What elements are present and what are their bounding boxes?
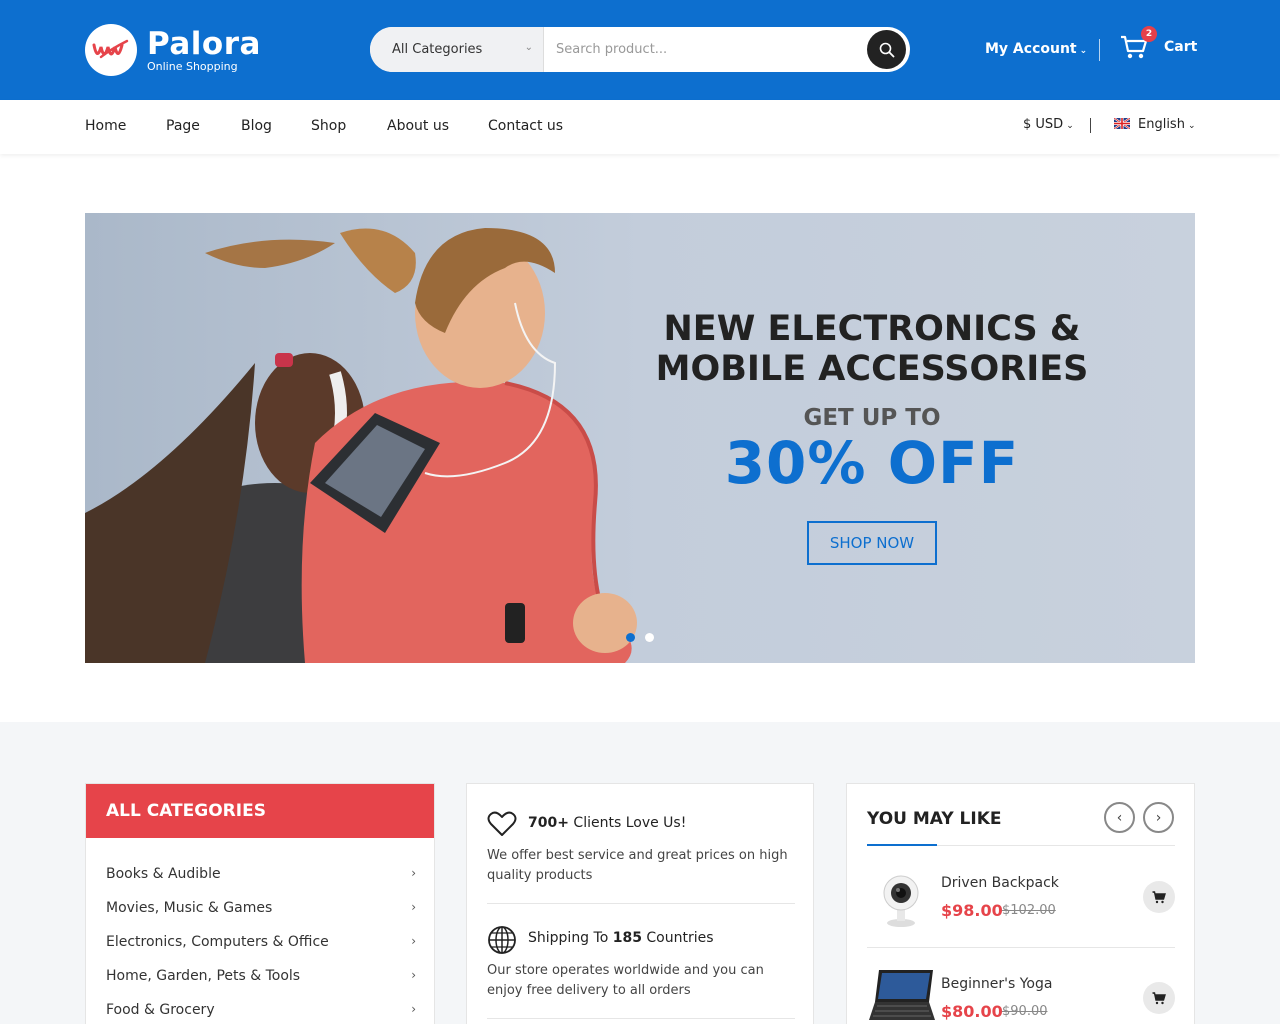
chevron-down-icon: ⌄ xyxy=(1079,46,1088,56)
product-old-price: $102.00 xyxy=(1002,903,1056,918)
uk-flag-icon xyxy=(1114,118,1130,129)
nav-blog[interactable]: Blog xyxy=(241,118,272,134)
chevron-left-icon: ‹ xyxy=(1116,809,1123,826)
logo[interactable]: Palora Online Shopping xyxy=(85,24,261,76)
title-underline xyxy=(867,844,937,846)
currency-value: $ USD xyxy=(1023,117,1064,132)
hero-title-line2: MOBILE ACCESSORIES xyxy=(655,349,1089,389)
category-select[interactable]: All Categories ⌄ xyxy=(370,27,544,72)
cart-icon xyxy=(1152,991,1166,1004)
category-label: Food & Grocery xyxy=(106,1002,215,1018)
currency-select[interactable]: $ USD ⌄ xyxy=(1023,117,1074,132)
category-select-value: All Categories xyxy=(392,42,483,57)
cart-icon xyxy=(1152,890,1166,903)
language-select[interactable]: English ⌄ xyxy=(1114,117,1196,132)
category-item[interactable]: Home, Garden, Pets & Tools › xyxy=(106,968,416,984)
feature-title-rest: Clients Love Us! xyxy=(568,815,687,831)
category-label: Movies, Music & Games xyxy=(106,900,273,916)
categories-panel: ALL CATEGORIES Books & Audible › Movies,… xyxy=(85,783,435,1024)
nav-shop[interactable]: Shop xyxy=(311,118,346,134)
feature-text: Our store operates worldwide and you can… xyxy=(487,963,764,998)
product-divider xyxy=(867,947,1175,948)
hero-subtitle: GET UP TO xyxy=(803,405,941,431)
category-item[interactable]: Movies, Music & Games › xyxy=(106,900,416,916)
feature-title: 700+ Clients Love Us! xyxy=(528,815,686,831)
logo-icon xyxy=(85,24,137,76)
feature-title: Shipping To 185 Countries xyxy=(528,930,714,946)
product-item[interactable]: Driven Backpack $98.00 $102.00 xyxy=(867,875,1175,955)
add-to-cart-button[interactable] xyxy=(1143,881,1175,913)
hero-title-line1: NEW ELECTRONICS & xyxy=(663,309,1081,349)
product-name: Beginner's Yoga xyxy=(941,976,1053,992)
my-account-menu[interactable]: My Account ⌄ xyxy=(985,41,1087,57)
category-label: Books & Audible xyxy=(106,866,221,882)
chevron-down-icon: ⌄ xyxy=(1187,121,1196,131)
feature-divider xyxy=(487,903,795,904)
nav-home[interactable]: Home xyxy=(85,118,126,134)
top-header: Palora Online Shopping All Categories ⌄ … xyxy=(0,0,1280,100)
cart-button[interactable]: 2 Cart xyxy=(1120,26,1198,60)
feature-divider xyxy=(487,1018,795,1019)
nav-page[interactable]: Page xyxy=(166,118,200,134)
chevron-right-icon: › xyxy=(411,1002,416,1016)
chevron-down-icon: ⌄ xyxy=(1066,121,1074,131)
heart-icon xyxy=(487,811,517,836)
prev-button[interactable]: ‹ xyxy=(1104,802,1135,833)
category-label: Electronics, Computers & Office xyxy=(106,934,329,950)
chevron-down-icon: ⌄ xyxy=(524,42,533,53)
add-to-cart-button[interactable] xyxy=(1143,982,1175,1014)
chevron-right-icon: › xyxy=(411,900,416,914)
feature-title-strong: 700+ xyxy=(528,815,569,831)
feature-title-strong: 185 xyxy=(612,930,642,946)
cart-label: Cart xyxy=(1164,39,1198,55)
product-price: $98.00 xyxy=(941,901,1003,920)
product-old-price: $90.00 xyxy=(1002,1004,1048,1019)
category-item[interactable]: Food & Grocery › xyxy=(106,1002,416,1018)
search-input[interactable] xyxy=(544,27,910,72)
category-item[interactable]: Books & Audible › xyxy=(106,866,416,882)
hero-discount: 30% OFF xyxy=(724,429,1020,497)
hero-slider: NEW ELECTRONICS & MOBILE ACCESSORIES GET… xyxy=(85,213,1195,663)
webcam-image xyxy=(883,875,919,927)
nav-about-us[interactable]: About us xyxy=(387,118,449,134)
category-label: Home, Garden, Pets & Tools xyxy=(106,968,301,984)
tablet-keyboard-image xyxy=(869,970,935,1020)
brand-name: Palora xyxy=(147,26,261,62)
slider-dot-active[interactable] xyxy=(626,633,635,642)
search-button[interactable] xyxy=(867,30,906,69)
feature-title-prefix: Shipping To xyxy=(528,930,613,946)
brand-tagline: Online Shopping xyxy=(147,60,238,73)
chevron-right-icon: › xyxy=(1155,809,1162,826)
feature-title-rest: Countries xyxy=(641,930,714,946)
search-bar: All Categories ⌄ xyxy=(370,27,910,72)
chevron-right-icon: › xyxy=(411,934,416,948)
product-item[interactable]: Beginner's Yoga $80.00 $90.00 xyxy=(867,970,1175,1024)
chevron-right-icon: › xyxy=(411,968,416,982)
nav-divider xyxy=(1090,118,1091,133)
you-may-like-panel: YOU MAY LIKE ‹ › Driven Backpack $98.00 … xyxy=(846,783,1195,1024)
categories-title: ALL CATEGORIES xyxy=(86,784,434,838)
shop-now-button[interactable]: SHOP NOW xyxy=(807,521,937,565)
globe-icon xyxy=(488,926,516,954)
my-account-label: My Account xyxy=(985,41,1077,57)
slider-dot[interactable] xyxy=(645,633,654,642)
product-price: $80.00 xyxy=(941,1002,1003,1021)
feature-text: We offer best service and great prices o… xyxy=(487,848,788,883)
header-divider xyxy=(1099,39,1100,61)
language-value: English xyxy=(1138,117,1185,132)
cart-count-badge: 2 xyxy=(1141,26,1157,42)
product-name: Driven Backpack xyxy=(941,875,1059,891)
main-nav: Home Page Blog Shop About us Contact us … xyxy=(0,100,1280,154)
nav-contact-us[interactable]: Contact us xyxy=(488,118,563,134)
next-button[interactable]: › xyxy=(1143,802,1174,833)
search-icon xyxy=(879,42,894,57)
you-may-like-title: YOU MAY LIKE xyxy=(867,809,1002,829)
features-panel: 700+ Clients Love Us! We offer best serv… xyxy=(466,783,814,1024)
chevron-right-icon: › xyxy=(411,866,416,880)
hero-title: NEW ELECTRONICS & MOBILE ACCESSORIES xyxy=(633,309,1111,389)
category-item[interactable]: Electronics, Computers & Office › xyxy=(106,934,416,950)
